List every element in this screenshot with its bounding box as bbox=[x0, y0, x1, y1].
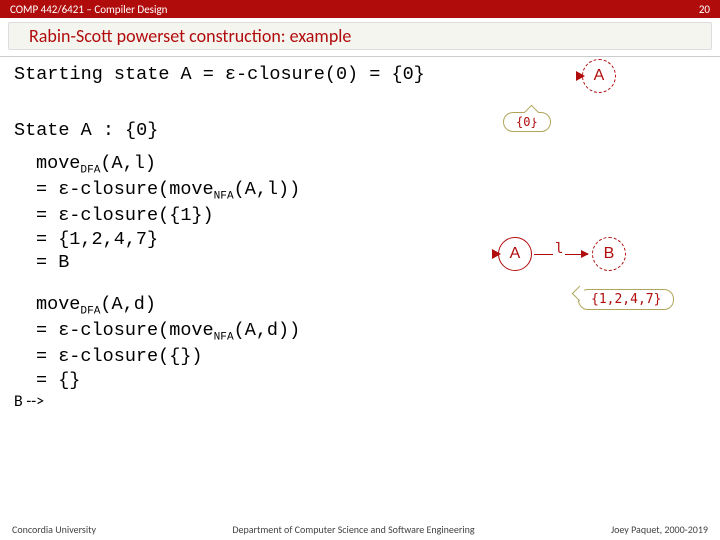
state-b: B bbox=[592, 237, 626, 271]
move-l-line2: = ε-closure(moveNFA(A,l)) bbox=[36, 178, 706, 204]
course-code: COMP 442/6421 – Compiler Design bbox=[10, 3, 167, 16]
footer-left: Concordia University bbox=[12, 523, 96, 536]
callout-b: {1,2,4,7} bbox=[578, 289, 674, 310]
footer-right: Joey Paquet, 2000-2019 bbox=[611, 523, 708, 536]
state-a-lower: A bbox=[498, 237, 532, 271]
footer: Concordia University Department of Compu… bbox=[0, 523, 720, 536]
title-region: Rabin-Scott powerset construction: examp… bbox=[0, 18, 720, 57]
state-a-line: State A : {0} bbox=[14, 119, 706, 143]
page-number: 20 bbox=[699, 3, 710, 16]
footer-center: Department of Computer Science and Softw… bbox=[232, 523, 474, 536]
move-l-line3: = ε-closure({1}) bbox=[36, 204, 706, 228]
move-d-line2: = ε-closure(moveNFA(A,d)) bbox=[36, 319, 706, 345]
move-d-line3: = ε-closure({}) bbox=[36, 345, 706, 369]
content-area: Starting state A = ε-closure(0) = {0} St… bbox=[0, 57, 720, 417]
edge-label-l: l bbox=[553, 241, 565, 257]
state-a-top: A bbox=[582, 59, 616, 93]
move-d-line4: = {} bbox=[36, 369, 706, 393]
slide-title: Rabin-Scott powerset construction: examp… bbox=[8, 22, 712, 50]
callout-top: {0} bbox=[503, 112, 551, 132]
header-bar: COMP 442/6421 – Compiler Design 20 bbox=[0, 0, 720, 18]
move-l-line1: moveDFA(A,l) bbox=[36, 152, 706, 178]
